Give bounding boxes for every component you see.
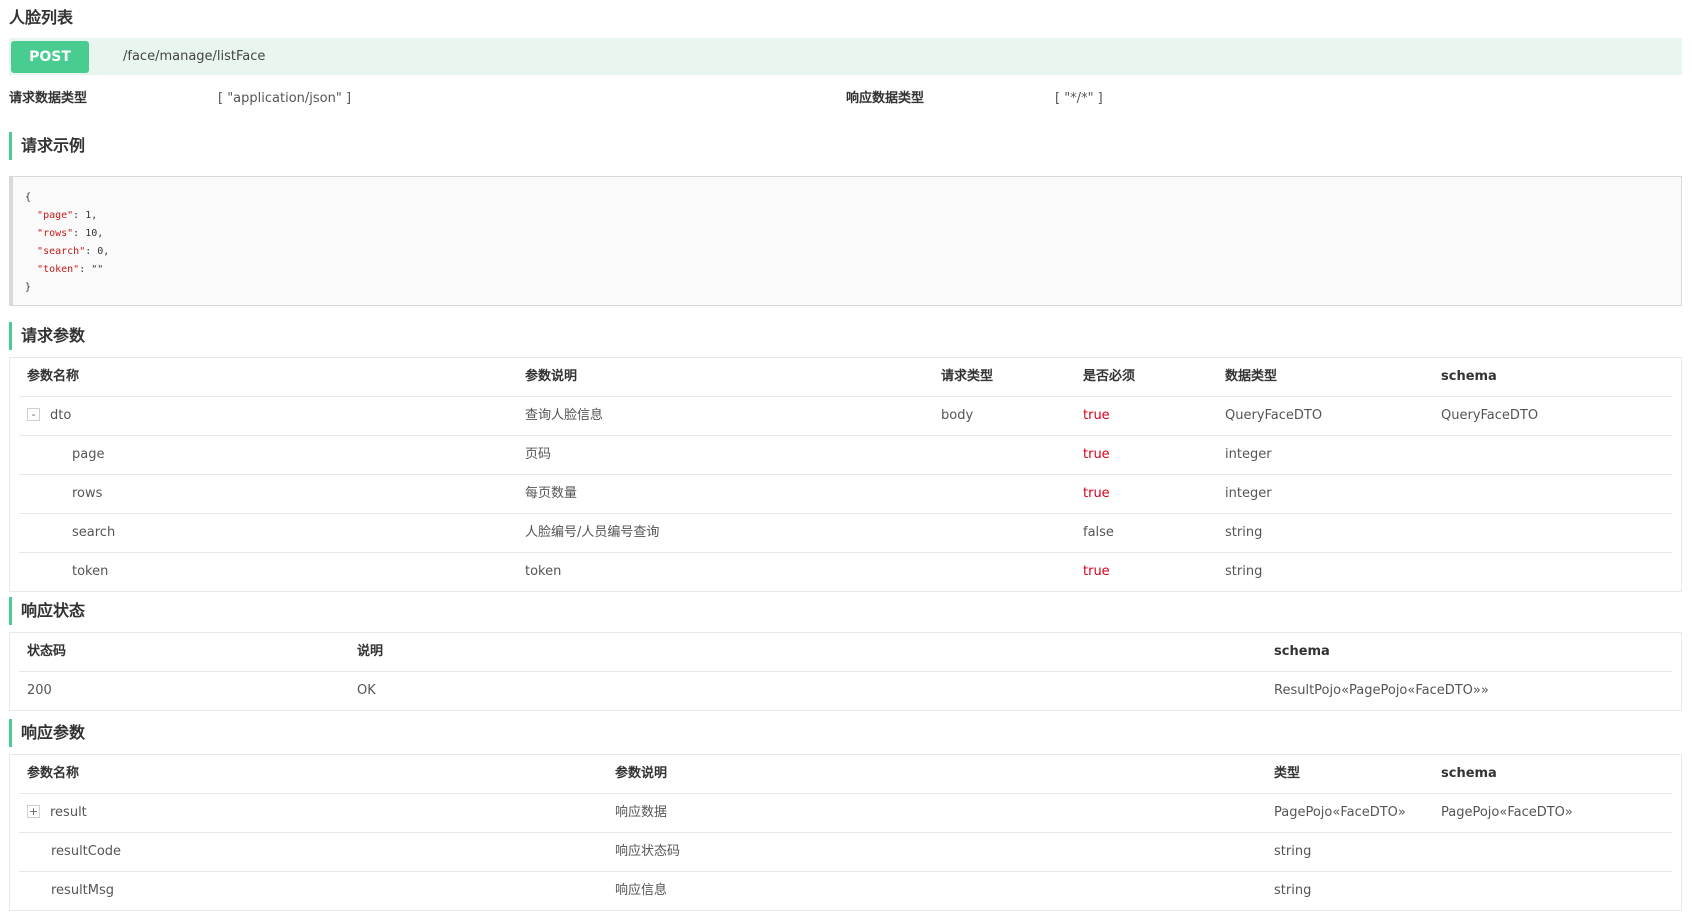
- param-type: string: [1225, 525, 1263, 540]
- response-type-label: 响应数据类型: [846, 88, 924, 110]
- api-doc-page: 人脸列表 POST /face/manage/listFace 请求数据类型 […: [0, 0, 1692, 913]
- table-row: search 人脸编号/人员编号查询 false string: [19, 514, 1672, 553]
- param-required: true: [1083, 447, 1110, 462]
- response-type-value-text: [ "*/*" ]: [1055, 91, 1103, 106]
- expand-toggle-icon[interactable]: +: [27, 805, 40, 818]
- code-line-search: "search": 0,: [37, 246, 110, 257]
- th-resp-schema: schema: [1441, 766, 1497, 781]
- param-desc: 人脸编号/人员编号查询: [525, 525, 660, 540]
- collapse-toggle-icon[interactable]: -: [27, 408, 40, 421]
- th-status-desc: 说明: [357, 644, 384, 659]
- th-param-schema: schema: [1441, 369, 1497, 384]
- response-status-table: 状态码 说明 schema 200 OK ResultPojo«PagePojo…: [9, 632, 1682, 711]
- th-resp-desc: 参数说明: [615, 766, 668, 781]
- status-code: 200: [27, 683, 52, 698]
- section-title-request-example: 请求示例: [9, 132, 85, 160]
- resp-name-cell: + result: [27, 794, 87, 832]
- response-type-value: [ "*/*" ]: [1055, 88, 1103, 110]
- table-row: resultCode 响应状态码 string: [19, 833, 1672, 872]
- status-desc: OK: [357, 683, 376, 698]
- method-badge: POST: [11, 41, 89, 73]
- th-resp-name: 参数名称: [27, 766, 80, 781]
- param-required: false: [1083, 525, 1114, 540]
- th-param-in: 请求类型: [941, 369, 994, 384]
- request-type-value-text: [ "application/json" ]: [218, 91, 352, 106]
- resp-type: string: [1274, 844, 1312, 859]
- param-name: dto: [50, 408, 72, 423]
- param-type: string: [1225, 564, 1263, 579]
- th-status-schema: schema: [1274, 644, 1330, 659]
- request-type-label-text: 请求数据类型: [9, 91, 88, 106]
- table-row: token token true string: [19, 553, 1672, 591]
- param-name: token: [72, 564, 109, 579]
- table-row: 200 OK ResultPojo«PagePojo«FaceDTO»»: [19, 672, 1672, 710]
- table-header-row: 参数名称 参数说明 类型 schema: [19, 755, 1672, 794]
- section-title-response-params: 响应参数: [9, 719, 85, 747]
- param-desc: token: [525, 564, 562, 579]
- th-resp-type: 类型: [1274, 766, 1301, 781]
- resp-desc: 响应信息: [615, 883, 668, 898]
- param-desc: 每页数量: [525, 486, 578, 501]
- param-name: search: [72, 525, 116, 540]
- th-status-code: 状态码: [27, 644, 67, 659]
- resp-schema-link[interactable]: PagePojo«FaceDTO»: [1441, 794, 1573, 832]
- code-line-page: "page": 1,: [37, 210, 98, 221]
- resp-type: PagePojo«FaceDTO»: [1274, 805, 1406, 820]
- request-example-code[interactable]: { "page": 1, "rows": 10, "search": 0, "t…: [9, 176, 1682, 306]
- param-name: page: [72, 447, 105, 462]
- request-params-table: 参数名称 参数说明 请求类型 是否必须 数据类型 schema - dto 查询人…: [9, 357, 1682, 592]
- status-schema-link[interactable]: ResultPojo«PagePojo«FaceDTO»»: [1274, 672, 1489, 710]
- th-param-required: 是否必须: [1083, 369, 1136, 384]
- param-type: integer: [1225, 486, 1272, 501]
- resp-name: resultCode: [51, 844, 122, 859]
- api-title: 人脸列表: [9, 8, 74, 27]
- th-param-type: 数据类型: [1225, 369, 1278, 384]
- param-type: QueryFaceDTO: [1225, 408, 1323, 423]
- code-line-close: }: [25, 282, 32, 293]
- th-param-desc: 参数说明: [525, 369, 578, 384]
- th-param-name: 参数名称: [27, 369, 80, 384]
- table-row: page 页码 true integer: [19, 436, 1672, 475]
- section-title-request-params: 请求参数: [9, 322, 85, 350]
- resp-desc: 响应数据: [615, 805, 668, 820]
- param-desc: 页码: [525, 447, 552, 462]
- param-required: true: [1083, 486, 1110, 501]
- table-row: rows 每页数量 true integer: [19, 475, 1672, 514]
- table-row: + result 响应数据 PagePojo«FaceDTO» PagePojo«…: [19, 794, 1672, 833]
- section-title-response-status: 响应状态: [9, 597, 85, 625]
- resp-type: string: [1274, 883, 1312, 898]
- resp-desc: 响应状态码: [615, 844, 681, 859]
- request-type-value: [ "application/json" ]: [218, 88, 351, 110]
- param-name: rows: [72, 486, 103, 501]
- response-params-table: 参数名称 参数说明 类型 schema + result 响应数据 PagePoj…: [9, 754, 1682, 911]
- resp-name: result: [50, 805, 87, 820]
- table-header-row: 参数名称 参数说明 请求类型 是否必须 数据类型 schema: [19, 358, 1672, 397]
- table-row: - dto 查询人脸信息 body true QueryFaceDTO Query…: [19, 397, 1672, 436]
- param-desc: 查询人脸信息: [525, 408, 604, 423]
- response-type-label-text: 响应数据类型: [846, 91, 925, 106]
- param-required: true: [1083, 408, 1110, 423]
- param-in: body: [941, 408, 974, 423]
- param-type: integer: [1225, 447, 1272, 462]
- table-header-row: 状态码 说明 schema: [19, 633, 1672, 672]
- param-name-cell: - dto: [27, 397, 71, 435]
- param-schema-link[interactable]: QueryFaceDTO: [1441, 397, 1538, 435]
- code-line-open: {: [25, 192, 32, 203]
- param-required: true: [1083, 564, 1110, 579]
- table-row: resultMsg 响应信息 string: [19, 872, 1672, 910]
- resp-name: resultMsg: [51, 883, 115, 898]
- request-type-label: 请求数据类型: [9, 88, 87, 110]
- code-line-rows: "rows": 10,: [37, 228, 104, 239]
- endpoint-path: /face/manage/listFace: [123, 49, 266, 64]
- code-line-token: "token": "": [37, 264, 104, 275]
- method-bar[interactable]: POST /face/manage/listFace: [9, 38, 1682, 75]
